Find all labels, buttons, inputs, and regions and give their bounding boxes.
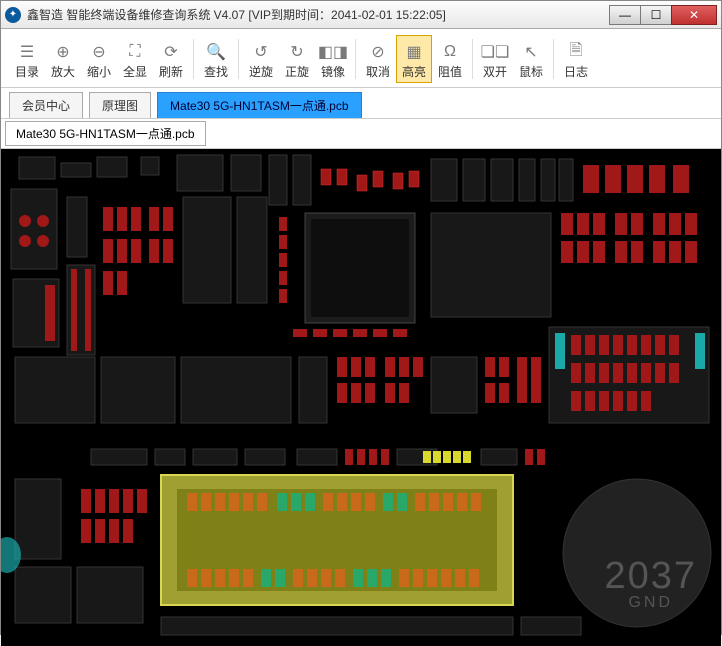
toolbar-label: 放大 xyxy=(51,63,75,80)
cancel-icon: ⊘ xyxy=(367,41,389,63)
tab[interactable]: 原理图 xyxy=(89,92,151,118)
mirror-icon: ◧◨ xyxy=(322,41,344,63)
file-tab[interactable]: Mate30 5G-HN1TASM一点通.pcb xyxy=(5,121,206,146)
file-tab-row: Mate30 5G-HN1TASM一点通.pcb xyxy=(1,119,721,149)
toolbar-dual[interactable]: ❏❏双开 xyxy=(477,35,513,83)
cursor-icon: ↖ xyxy=(520,41,542,63)
toolbar-zout[interactable]: ⊖缩小 xyxy=(81,35,117,83)
toolbar-label: 正旋 xyxy=(285,63,309,80)
toolbar-label: 查找 xyxy=(204,63,228,80)
maximize-button[interactable]: ☐ xyxy=(640,5,672,25)
toolbar-label: 目录 xyxy=(15,63,39,80)
window-controls: — ☐ ✕ xyxy=(610,5,717,25)
toolbar-cw[interactable]: ↻正旋 xyxy=(279,35,315,83)
toolbar-ohm[interactable]: Ω阻值 xyxy=(432,35,468,83)
toolbar-highlight[interactable]: ▦高亮 xyxy=(396,35,432,83)
tab-row: 会员中心原理图Mate30 5G-HN1TASM一点通.pcb xyxy=(1,88,721,119)
toolbar-refresh[interactable]: ⟳刷新 xyxy=(153,35,189,83)
log-icon: 🗎 xyxy=(565,41,587,63)
zin-icon: ⊕ xyxy=(52,41,74,63)
list-icon: ☰ xyxy=(16,41,38,63)
ccw-icon: ↺ xyxy=(250,41,272,63)
fit-icon: ⛶ xyxy=(124,41,146,63)
toolbar-label: 日志 xyxy=(564,63,588,80)
minimize-button[interactable]: — xyxy=(609,5,641,25)
toolbar-list[interactable]: ☰目录 xyxy=(9,35,45,83)
tab[interactable]: 会员中心 xyxy=(9,92,83,118)
toolbar: ☰目录⊕放大⊖缩小⛶全显⟳刷新🔍查找↺逆旋↻正旋◧◨镜像⊘取消▦高亮Ω阻值❏❏双… xyxy=(1,29,721,88)
close-button[interactable]: ✕ xyxy=(671,5,717,25)
search-icon: 🔍 xyxy=(205,41,227,63)
toolbar-label: 刷新 xyxy=(159,63,183,80)
toolbar-fit[interactable]: ⛶全显 xyxy=(117,35,153,83)
dual-icon: ❏❏ xyxy=(484,41,506,63)
toolbar-label: 阻值 xyxy=(438,63,462,80)
toolbar-cursor[interactable]: ↖鼠标 xyxy=(513,35,549,83)
tab[interactable]: Mate30 5G-HN1TASM一点通.pcb xyxy=(157,92,362,118)
toolbar-label: 高亮 xyxy=(402,63,426,80)
toolbar-label: 双开 xyxy=(483,63,507,80)
window-title: 鑫智造 智能终端设备维修查询系统 V4.07 [VIP到期时间：2041-02-… xyxy=(27,6,610,23)
toolbar-label: 逆旋 xyxy=(249,63,273,80)
highlight-icon: ▦ xyxy=(403,41,425,63)
toolbar-zin[interactable]: ⊕放大 xyxy=(45,35,81,83)
toolbar-cancel[interactable]: ⊘取消 xyxy=(360,35,396,83)
app-icon xyxy=(5,7,21,23)
zout-icon: ⊖ xyxy=(88,41,110,63)
toolbar-label: 缩小 xyxy=(87,63,111,80)
cw-icon: ↻ xyxy=(286,41,308,63)
titlebar: 鑫智造 智能终端设备维修查询系统 V4.07 [VIP到期时间：2041-02-… xyxy=(1,1,721,29)
toolbar-label: 镜像 xyxy=(321,63,345,80)
toolbar-label: 取消 xyxy=(366,63,390,80)
toolbar-mirror[interactable]: ◧◨镜像 xyxy=(315,35,351,83)
pcb-canvas[interactable]: 2037 GND xyxy=(1,149,721,646)
toolbar-log[interactable]: 🗎日志 xyxy=(558,35,594,83)
refresh-icon: ⟳ xyxy=(160,41,182,63)
toolbar-ccw[interactable]: ↺逆旋 xyxy=(243,35,279,83)
toolbar-search[interactable]: 🔍查找 xyxy=(198,35,234,83)
ohm-icon: Ω xyxy=(439,41,461,63)
toolbar-label: 鼠标 xyxy=(519,63,543,80)
toolbar-label: 全显 xyxy=(123,63,147,80)
